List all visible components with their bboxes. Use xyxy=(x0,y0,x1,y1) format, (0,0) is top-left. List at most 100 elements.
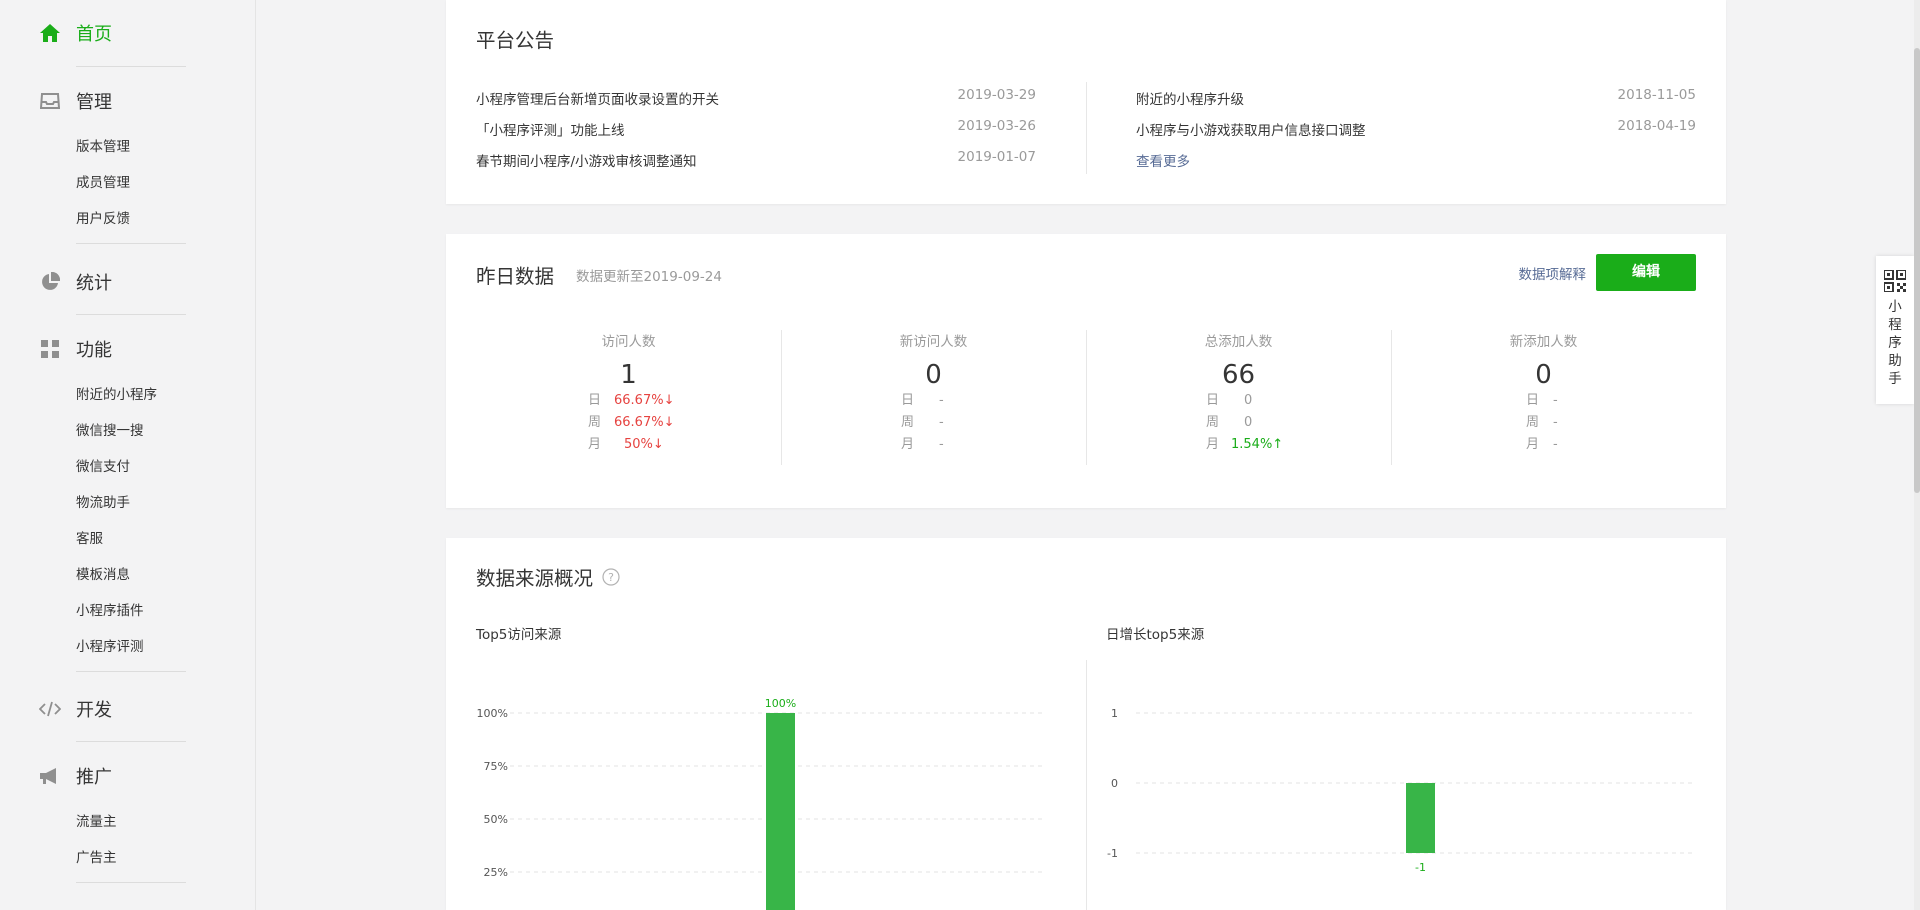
nav-promo[interactable]: 推广 xyxy=(38,758,186,794)
stat-change-value: - xyxy=(939,415,944,430)
nav-home-label: 首页 xyxy=(76,24,112,45)
edit-button[interactable]: 编辑 xyxy=(1596,254,1696,291)
stat-label: 新访问人数 xyxy=(899,334,968,350)
stat-week-row: 周- xyxy=(1391,412,1696,434)
bar xyxy=(1406,783,1435,853)
announcement-date: 2018-04-19 xyxy=(1617,118,1696,134)
nav-item-members[interactable]: 成员管理 xyxy=(38,165,186,201)
nav-features-label: 功能 xyxy=(76,340,112,361)
nav-divider xyxy=(76,243,186,244)
stat-week-row: 周 66.67%↓ xyxy=(476,412,781,434)
nav-divider xyxy=(76,314,186,315)
nav-features-list: 附近的小程序 微信搜一搜 微信支付 物流助手 客服 模板消息 小程序插件 小程序… xyxy=(38,377,186,665)
announcement-link[interactable]: 「小程序评测」功能上线 xyxy=(476,119,625,139)
qr-code-icon xyxy=(1883,269,1907,293)
nav-dev[interactable]: 开发 xyxy=(38,691,186,727)
announcement-divider xyxy=(1086,82,1087,174)
y-tick-label: 1 xyxy=(1111,707,1118,720)
stat-new-added: 新添加人数 0 日- 周- 月- xyxy=(1391,330,1696,465)
stat-period-label: 日 xyxy=(1206,393,1220,408)
announcement-link[interactable]: 小程序管理后台新增页面收录设置的开关 xyxy=(476,88,719,108)
nav-item-advertiser[interactable]: 广告主 xyxy=(38,840,186,876)
nav-item-feedback[interactable]: 用户反馈 xyxy=(38,201,186,237)
stat-total-added: 总添加人数 66 日0 周0 月 1.54%↑ xyxy=(1086,330,1391,465)
announcements-title: 平台公告 xyxy=(476,29,555,52)
announcement-date: 2019-03-26 xyxy=(957,118,1036,134)
stat-week-row: 周- xyxy=(781,412,1086,434)
stat-label: 访问人数 xyxy=(601,334,656,350)
nav-promo-list: 流量主 广告主 xyxy=(38,804,186,876)
nav-item-publisher[interactable]: 流量主 xyxy=(38,804,186,840)
stat-label: 总添加人数 xyxy=(1204,334,1273,350)
stat-change-value: 66.67%↓ xyxy=(614,415,675,430)
stat-visitors: 访问人数 1 日 66.67%↓ 周 66.67%↓ 月 50%↓ xyxy=(476,330,781,465)
stat-period-label: 月 xyxy=(901,437,915,452)
nav-item-version[interactable]: 版本管理 xyxy=(38,129,186,165)
stat-period-label: 日 xyxy=(1526,393,1540,408)
data-explain-link[interactable]: 数据项解释 xyxy=(1519,263,1587,283)
nav-divider xyxy=(76,671,186,672)
nav-manage-list: 版本管理 成员管理 用户反馈 xyxy=(38,129,186,237)
announcement-link[interactable]: 小程序与小游戏获取用户信息接口调整 xyxy=(1136,119,1366,139)
stat-period-label: 周 xyxy=(901,415,915,430)
stat-change-value: - xyxy=(1553,393,1558,408)
stat-period-label: 日 xyxy=(588,393,602,408)
nav-divider xyxy=(76,741,186,742)
y-tick-label: 0 xyxy=(1111,777,1118,790)
y-tick-label: 100% xyxy=(477,707,508,720)
yesterday-title: 昨日数据 xyxy=(476,265,555,288)
nav-home[interactable]: 首页 xyxy=(38,15,186,51)
y-tick-label: 50% xyxy=(484,813,508,826)
stat-day-row: 日- xyxy=(1391,390,1696,412)
stat-day-row: 日 66.67%↓ xyxy=(476,390,781,412)
stat-change-value: 0 xyxy=(1244,415,1253,430)
nav-group-dev: 开发 xyxy=(38,691,186,742)
y-tick-label: 25% xyxy=(484,866,508,879)
stat-change-value: 66.67%↓ xyxy=(614,393,675,408)
nav-stats[interactable]: 统计 xyxy=(38,264,186,300)
nav-group-promo: 推广 流量主 广告主 xyxy=(38,758,186,883)
nav-group-manage: 管理 版本管理 成员管理 用户反馈 xyxy=(38,83,186,244)
nav-item-search[interactable]: 微信搜一搜 xyxy=(38,413,186,449)
nav-divider xyxy=(76,66,186,67)
data-source-card: 数据来源概况 ? Top5访问来源 日增长top5来源 100% 75% 50% 25… xyxy=(446,538,1726,910)
stat-change-value: 1.54%↑ xyxy=(1231,437,1284,452)
nav-item-review[interactable]: 小程序评测 xyxy=(38,629,186,665)
yesterday-data-card: 昨日数据 数据更新至2019-09-24 数据项解释 编辑 访问人数 1 日 66… xyxy=(446,234,1726,508)
stat-value: 0 xyxy=(925,360,942,390)
stat-value: 1 xyxy=(620,360,637,390)
megaphone-icon xyxy=(38,764,62,788)
nav-item-pay[interactable]: 微信支付 xyxy=(38,449,186,485)
nav-group-features: 功能 附近的小程序 微信搜一搜 微信支付 物流助手 客服 模板消息 小程序插件 … xyxy=(38,331,186,672)
mini-program-helper[interactable]: 小程序助手 xyxy=(1876,256,1914,404)
home-icon xyxy=(38,21,62,45)
sidebar: 首页 管理 版本管理 成员管理 用户反馈 统计 功能 附近的小程序 微信搜一搜 … xyxy=(0,0,256,910)
stat-change-value: - xyxy=(939,393,944,408)
nav-manage[interactable]: 管理 xyxy=(38,83,186,119)
nav-group-home: 首页 xyxy=(38,15,186,67)
see-more-link[interactable]: 查看更多 xyxy=(1136,150,1190,170)
scrollbar-thumb[interactable] xyxy=(1914,48,1920,493)
data-label: 100% xyxy=(765,697,796,710)
stat-month-row: 月- xyxy=(1391,434,1696,456)
nav-stats-label: 统计 xyxy=(76,273,112,294)
stat-month-row: 月- xyxy=(781,434,1086,456)
stat-period-label: 日 xyxy=(901,393,915,408)
nav-item-template[interactable]: 模板消息 xyxy=(38,557,186,593)
y-tick-label: 75% xyxy=(484,760,508,773)
daily-growth-chart: 1 0 -1 -1 xyxy=(1107,707,1696,874)
nav-item-plugins[interactable]: 小程序插件 xyxy=(38,593,186,629)
announcement-link[interactable]: 春节期间小程序/小游戏审核调整通知 xyxy=(476,150,697,170)
stat-day-row: 日- xyxy=(781,390,1086,412)
nav-item-service[interactable]: 客服 xyxy=(38,521,186,557)
data-label: -1 xyxy=(1415,861,1426,874)
nav-features[interactable]: 功能 xyxy=(38,331,186,367)
helper-label: 小程序助手 xyxy=(1888,299,1902,387)
announcements-card: 平台公告 小程序管理后台新增页面收录设置的开关 2019-03-29 「小程序评… xyxy=(446,0,1726,204)
stat-new-visitors: 新访问人数 0 日- 周- 月- xyxy=(781,330,1086,465)
announcement-link[interactable]: 附近的小程序升级 xyxy=(1136,88,1244,108)
nav-item-logistics[interactable]: 物流助手 xyxy=(38,485,186,521)
stat-value: 66 xyxy=(1221,360,1256,390)
y-tick-label: -1 xyxy=(1107,847,1118,860)
nav-item-nearby[interactable]: 附近的小程序 xyxy=(38,377,186,413)
